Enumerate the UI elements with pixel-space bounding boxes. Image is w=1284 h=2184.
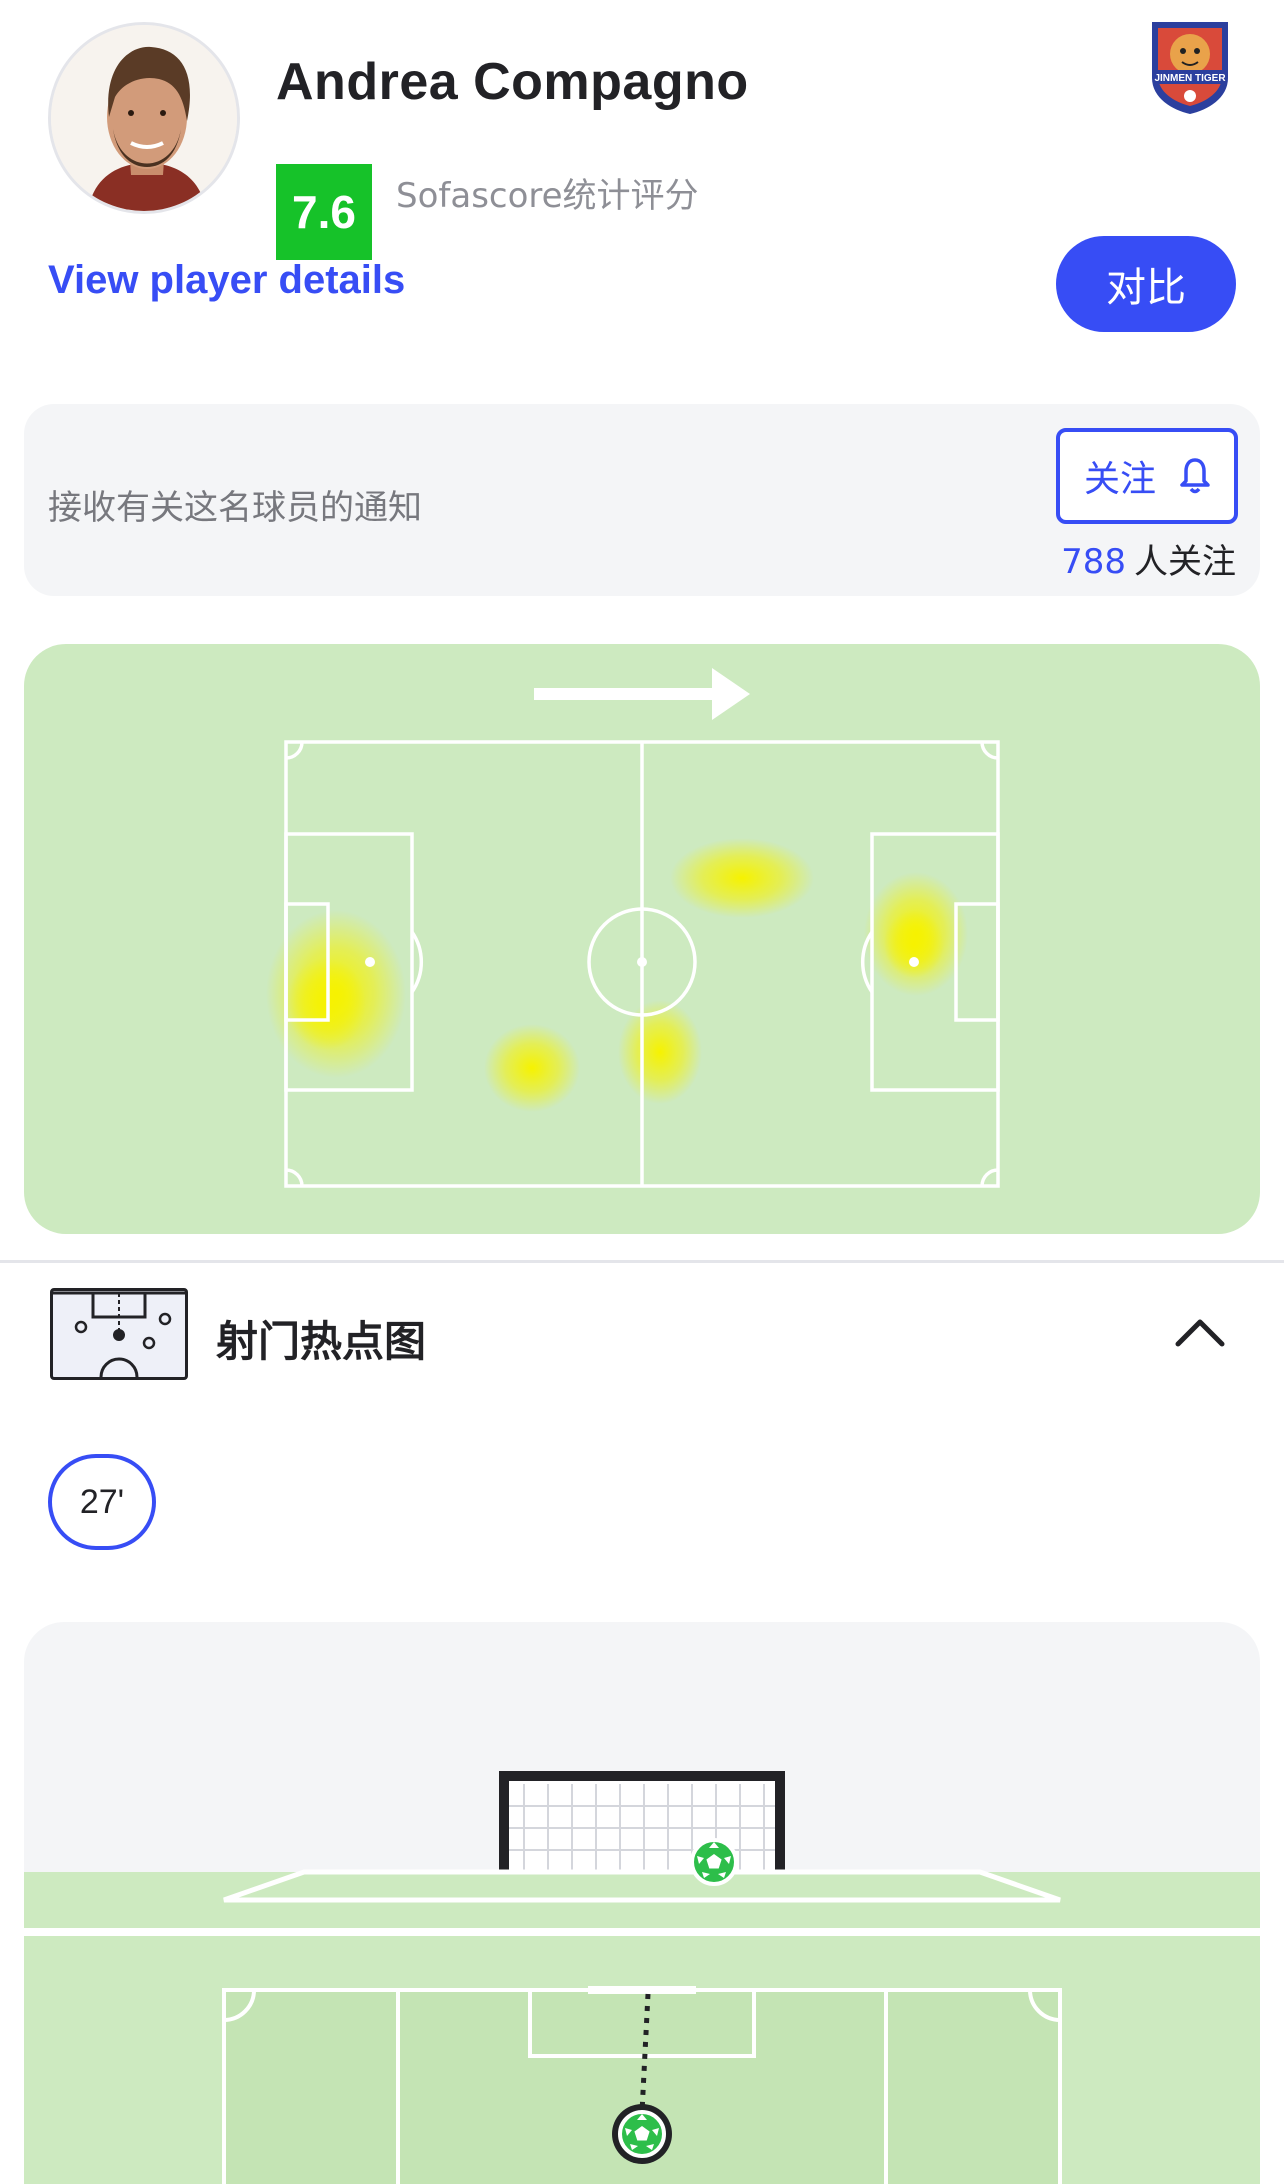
heat-spot: [484, 1024, 580, 1112]
notification-text: 接收有关这名球员的通知: [48, 488, 422, 528]
shot-map-pitch: [24, 1771, 1260, 2184]
shot-minute-chip[interactable]: 27': [48, 1454, 156, 1550]
heat-spot: [618, 1000, 702, 1104]
rating-label: Sofascore统计评分: [396, 176, 699, 216]
player-avatar: [48, 22, 240, 214]
team-logo-text: JINMEN TIGER: [1154, 73, 1226, 84]
goal-net: [499, 1771, 785, 1872]
shot-ball-position[interactable]: [612, 2104, 672, 2164]
compare-button[interactable]: 对比: [1056, 236, 1236, 332]
team-logo[interactable]: JINMEN TIGER: [1148, 18, 1232, 116]
rating-badge: 7.6: [276, 164, 372, 260]
followers-number: 788: [1061, 542, 1126, 582]
bell-icon: [1180, 458, 1210, 494]
section-divider: [0, 1260, 1284, 1263]
player-photo: [51, 25, 237, 211]
follow-label: 关注: [1083, 459, 1156, 500]
heat-spot: [670, 838, 814, 918]
shot-map-card: [24, 1622, 1260, 2184]
collapse-button[interactable]: [1168, 1300, 1232, 1364]
player-name: Andrea Compagno: [276, 53, 749, 111]
shotmap-title: 射门热点图: [216, 1317, 427, 1366]
followers-count: 788 人关注: [1061, 534, 1236, 583]
follow-button[interactable]: 关注: [1056, 428, 1238, 524]
shot-ball-goal[interactable]: [690, 1838, 738, 1886]
followers-suffix: 人关注: [1134, 542, 1236, 582]
view-player-details-link[interactable]: View player details: [48, 258, 405, 303]
heat-spot: [884, 910, 944, 978]
heat-spot: [286, 958, 366, 1050]
heatmap-card: [24, 644, 1260, 1234]
attack-direction-arrow: [534, 668, 750, 720]
shotmap-icon: [50, 1288, 188, 1380]
chevron-up-icon: [1175, 1319, 1225, 1347]
heatmap-pitch: [266, 668, 1000, 1188]
notification-card: 接收有关这名球员的通知 关注 788 人关注: [24, 404, 1260, 596]
